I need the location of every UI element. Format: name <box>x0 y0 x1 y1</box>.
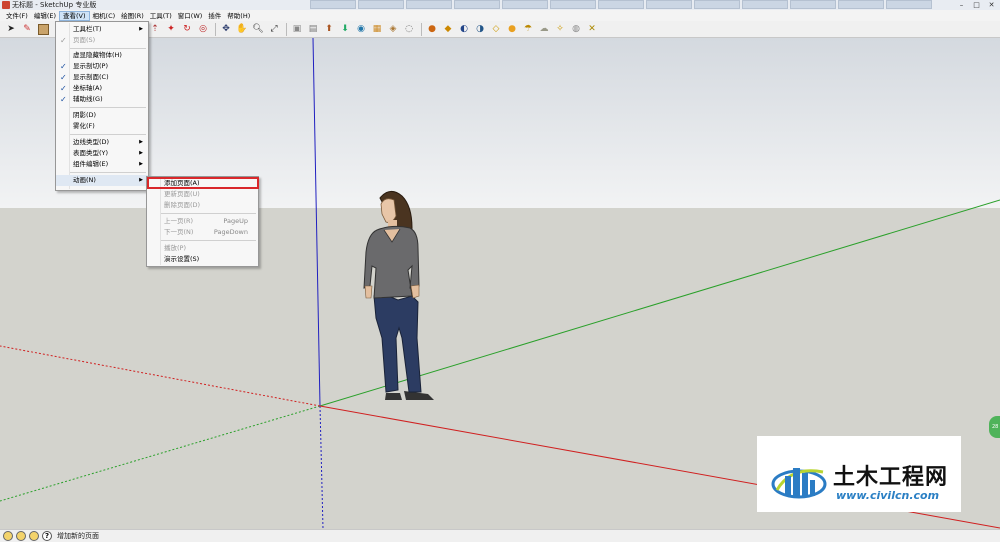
follow-me-tool-icon[interactable]: ✦ <box>164 22 178 36</box>
side-float-badge[interactable]: 28 <box>989 416 1000 438</box>
view-menu-item-animation[interactable]: 动画(N) ▶ <box>56 175 148 186</box>
anim-menu-item-next-page[interactable]: 下一页(N) PageDown <box>147 227 258 238</box>
check-icon: ✓ <box>60 73 67 82</box>
zoom-tool-icon[interactable]: 🔍︎ <box>251 22 265 36</box>
submenu-arrow-icon: ▶ <box>139 26 143 32</box>
position-camera-icon[interactable]: ✕ <box>585 22 599 36</box>
sandbox-icon[interactable]: ✧ <box>553 22 567 36</box>
credits-icon[interactable] <box>16 531 26 541</box>
submenu-arrow-icon: ▶ <box>139 177 143 183</box>
menu-bar: 文件(F) 编辑(E) 查看(V) 相机(C) 绘图(R) 工具(T) 窗口(W… <box>0 10 1000 21</box>
watermark-title: 土木工程网 <box>833 465 949 490</box>
tag-icon[interactable]: ◇ <box>489 22 503 36</box>
anim-menu-item-play[interactable]: 播放(P) <box>147 243 258 254</box>
user-icon[interactable] <box>29 531 39 541</box>
offset-tool-icon[interactable]: ◎ <box>196 22 210 36</box>
menu-edit[interactable]: 编辑(E) <box>31 11 59 21</box>
submenu-arrow-icon: ▶ <box>139 150 143 156</box>
watermark-url: www.civilcn.com <box>836 489 940 502</box>
shadow-settings-icon[interactable]: ☂ <box>521 22 535 36</box>
sun-icon[interactable]: ● <box>505 22 519 36</box>
materials-icon[interactable]: ◌ <box>402 22 416 36</box>
close-icon[interactable]: ✕ <box>985 0 998 9</box>
submenu-arrow-icon: ▶ <box>139 139 143 145</box>
view-menu-dropdown: 工具栏(T) ▶ ✓ 页面(S) 虚显隐藏物体(H) ✓ 显示剖切(P) ✓ 显示剖面(… <box>55 21 149 191</box>
geo-location-icon[interactable] <box>3 531 13 541</box>
anim-menu-item-delete-page[interactable]: 删除页面(D) <box>147 200 258 211</box>
status-bar: ? 增加新的页面 <box>0 529 1000 542</box>
view-menu-item-toolbars[interactable]: 工具栏(T) ▶ <box>56 24 148 35</box>
select-tool-icon[interactable]: ➤ <box>4 22 18 36</box>
photo-textures-icon[interactable]: ▦ <box>370 22 384 36</box>
view-menu-item-face-style[interactable]: 表面类型(Y) ▶ <box>56 148 148 159</box>
menu-camera[interactable]: 相机(C) <box>90 11 119 21</box>
push-pull-tool-icon[interactable]: ⇡ <box>148 22 162 36</box>
pencil-tool-icon[interactable]: ✎ <box>20 22 34 36</box>
check-icon: ✓ <box>60 36 67 45</box>
minimize-icon[interactable]: – <box>955 0 968 9</box>
menu-tools[interactable]: 工具(T) <box>147 11 175 21</box>
walk-icon[interactable]: ◍ <box>569 22 583 36</box>
watermark: 土木工程网 www.civilcn.com <box>757 436 961 512</box>
view-menu-item-edge-style[interactable]: 边线类型(D) ▶ <box>56 137 148 148</box>
view-menu-item-shadows[interactable]: 阴影(D) <box>56 110 148 121</box>
anim-menu-item-settings[interactable]: 演示设置(S) <box>147 254 258 265</box>
menu-window[interactable]: 窗口(W) <box>175 11 206 21</box>
status-text: 增加新的页面 <box>57 532 99 540</box>
anim-menu-item-previous-page[interactable]: 上一页(R) PageUp <box>147 216 258 227</box>
animation-submenu: 添加页面(A) 更新页面(U) 删除页面(D) 上一页(R) PageUp 下一页… <box>146 176 259 267</box>
view-menu-item-axes[interactable]: ✓ 坐标轴(A) <box>56 83 148 94</box>
share-model-icon[interactable]: ⬆ <box>322 22 336 36</box>
model-info-icon[interactable]: ◑ <box>473 22 487 36</box>
ruby-console-icon[interactable]: ● <box>425 22 439 36</box>
view-menu-item-section-planes[interactable]: ✓ 显示剖切(P) <box>56 61 148 72</box>
title-bar: 无标题 - SketchUp 专业版 – □ ✕ <box>0 0 1000 10</box>
main-toolbar: ➤ ✎ ⇡ ✦ ↻ ◎ ✥ ✋ 🔍︎ ⤢ ▣ ▤ ⬆ ⬇ ◉ ▦ ◈ ◌ ● ◆… <box>0 21 1000 38</box>
civilcn-logo-icon <box>771 468 827 499</box>
view-menu-item-pages[interactable]: ✓ 页面(S) <box>56 35 148 46</box>
menu-plugins[interactable]: 插件 <box>205 11 224 21</box>
rotate-tool-icon[interactable]: ↻ <box>180 22 194 36</box>
check-icon: ✓ <box>60 95 67 104</box>
window-title: 无标题 - SketchUp 专业版 <box>12 1 97 9</box>
3d-warehouse-icon[interactable]: ▤ <box>306 22 320 36</box>
view-menu-item-section-cuts[interactable]: ✓ 显示剖面(C) <box>56 72 148 83</box>
background-taskbar-strip <box>310 0 932 10</box>
rectangle-tool-icon[interactable] <box>36 22 50 36</box>
view-menu-item-guides[interactable]: ✓ 辅助线(G) <box>56 94 148 105</box>
extension-warehouse-icon[interactable]: ◆ <box>441 22 455 36</box>
submenu-arrow-icon: ▶ <box>139 161 143 167</box>
pan-tool-icon[interactable]: ✋ <box>235 22 249 36</box>
orbit-tool-icon[interactable]: ✥ <box>219 22 233 36</box>
view-menu-item-hidden-geometry[interactable]: 虚显隐藏物体(H) <box>56 50 148 61</box>
anim-menu-item-update-page[interactable]: 更新页面(U) <box>147 189 258 200</box>
window-controls: – □ ✕ <box>955 0 998 9</box>
maximize-icon[interactable]: □ <box>970 0 983 9</box>
view-menu-item-component-edit[interactable]: 组件编辑(E) ▶ <box>56 159 148 170</box>
menu-view[interactable]: 查看(V) <box>59 10 90 21</box>
view-menu-item-fog[interactable]: 雾化(F) <box>56 121 148 132</box>
menu-draw[interactable]: 绘图(R) <box>118 11 147 21</box>
check-icon: ✓ <box>60 84 67 93</box>
styles-icon[interactable]: ◈ <box>386 22 400 36</box>
sketchup-logo-icon <box>2 1 10 9</box>
get-models-icon[interactable]: ⬇ <box>338 22 352 36</box>
google-earth-icon[interactable]: ◉ <box>354 22 368 36</box>
highlight-box <box>147 177 259 189</box>
check-icon: ✓ <box>60 62 67 71</box>
menu-help[interactable]: 帮助(H) <box>224 11 253 21</box>
menu-file[interactable]: 文件(F) <box>3 11 31 21</box>
component-icon[interactable]: ▣ <box>290 22 304 36</box>
layout-icon[interactable]: ◐ <box>457 22 471 36</box>
help-icon[interactable]: ? <box>42 531 52 541</box>
fog-icon[interactable]: ☁ <box>537 22 551 36</box>
zoom-extents-icon[interactable]: ⤢ <box>267 22 281 36</box>
